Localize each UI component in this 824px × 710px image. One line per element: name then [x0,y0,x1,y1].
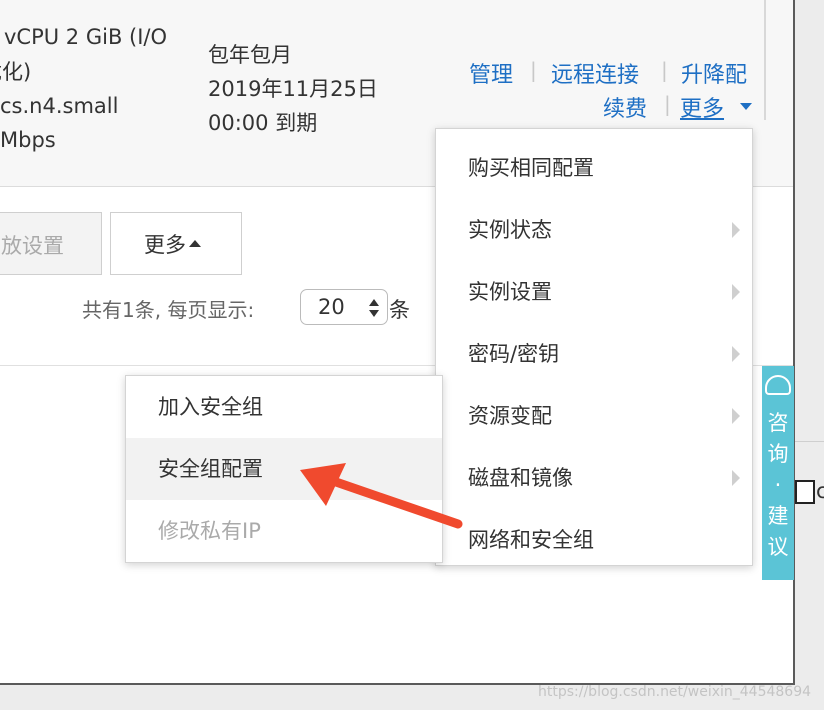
watermark: https://blog.csdn.net/weixin_44548694 [538,684,812,700]
consult-feedback-button[interactable]: 咨 询 · 建 议 [762,366,794,580]
consult-char: 议 [767,535,789,559]
partial-text: c [816,479,824,503]
consult-char: 咨 [767,411,789,435]
partial-checkbox[interactable] [795,480,815,504]
annotation-arrow-icon [300,463,463,529]
chat-bubble-icon [765,375,791,395]
consult-char: 建 [767,504,789,528]
consult-char: · [774,473,782,497]
consult-char: 询 [767,442,789,466]
consult-feedback-label: 咨 询 · 建 议 [762,408,794,563]
